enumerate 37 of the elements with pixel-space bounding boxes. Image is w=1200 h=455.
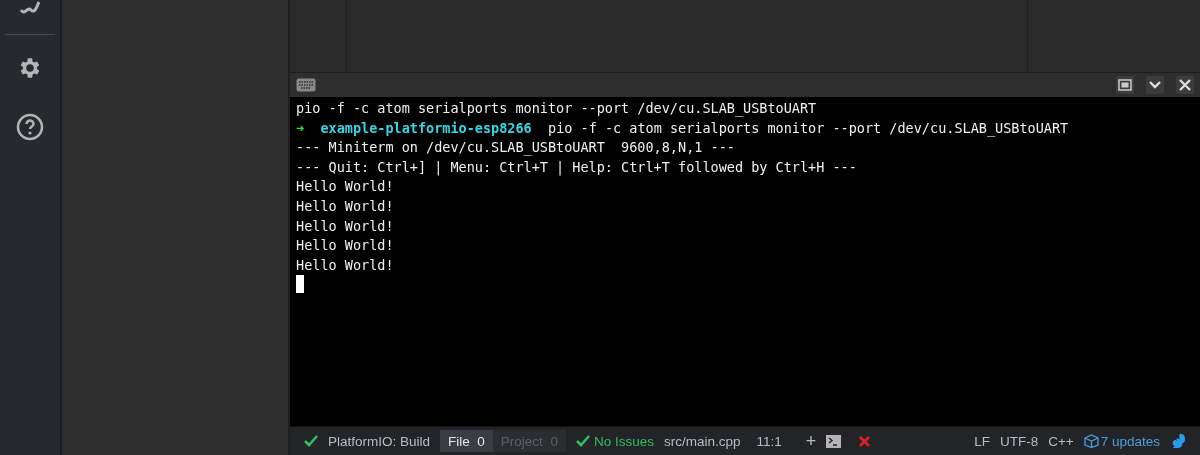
terminal-line: Hello World! — [296, 256, 394, 273]
issues-tab[interactable]: File 0 — [440, 430, 493, 452]
collapse-button[interactable] — [1146, 76, 1164, 94]
keyboard-icon[interactable] — [296, 78, 316, 92]
terminal-line: Hello World! — [296, 217, 394, 234]
terminal-line: pio -f -c atom serialports monitor --port /dev/cu.SLAB_USBtoUART — [296, 100, 817, 116]
line-ending[interactable]: LF — [974, 433, 990, 449]
terminal-cursor — [296, 275, 304, 294]
close-icon[interactable] — [859, 435, 871, 447]
chevron-icon — [1149, 81, 1161, 89]
check-icon — [575, 435, 590, 447]
squirrel-icon[interactable] — [1170, 433, 1186, 449]
issues-status[interactable]: No Issues — [593, 433, 654, 449]
build-status[interactable]: PlatformIO: Build — [328, 433, 431, 449]
terminal-line: Hello World! — [296, 197, 394, 214]
terminal-line: --- Miniterm on /dev/cu.SLAB_USBtoUART 9600,8,N,1 --- — [296, 139, 735, 156]
encoding[interactable]: UTF-8 — [999, 433, 1039, 449]
prompt-directory: example-platformio-esp8266 — [320, 119, 532, 136]
terminal-line: --- Quit: Ctrl+] | Menu: Ctrl+T | Help: Ctrl+T followed by Ctrl+H --- — [296, 158, 857, 175]
help-icon[interactable] — [16, 113, 44, 141]
updates-link[interactable]: 7 updates — [1100, 433, 1160, 449]
check-icon — [304, 435, 318, 447]
add-terminal-button[interactable]: + — [805, 430, 817, 452]
terminal-command: pio -f -c atom serialports monitor --port /dev/cu.SLAB_USBtoUART — [548, 119, 1069, 136]
prompt-arrow: ➜ — [296, 119, 305, 136]
package-icon[interactable] — [1083, 434, 1099, 448]
terminal-line: Hello World! — [296, 178, 394, 195]
file-path[interactable]: src/main.cpp — [663, 433, 741, 449]
maximize-icon — [1118, 79, 1132, 91]
grammar[interactable]: C++ — [1048, 433, 1074, 449]
close-icon — [1179, 79, 1191, 91]
terminal-icon[interactable] — [826, 434, 842, 448]
close-button[interactable] — [1176, 76, 1194, 94]
cursor-position[interactable]: 11:1 — [756, 433, 782, 449]
terminal-line: Hello World! — [296, 237, 394, 254]
squiggle-icon[interactable] — [19, 0, 41, 16]
maximize-button[interactable] — [1116, 76, 1134, 94]
